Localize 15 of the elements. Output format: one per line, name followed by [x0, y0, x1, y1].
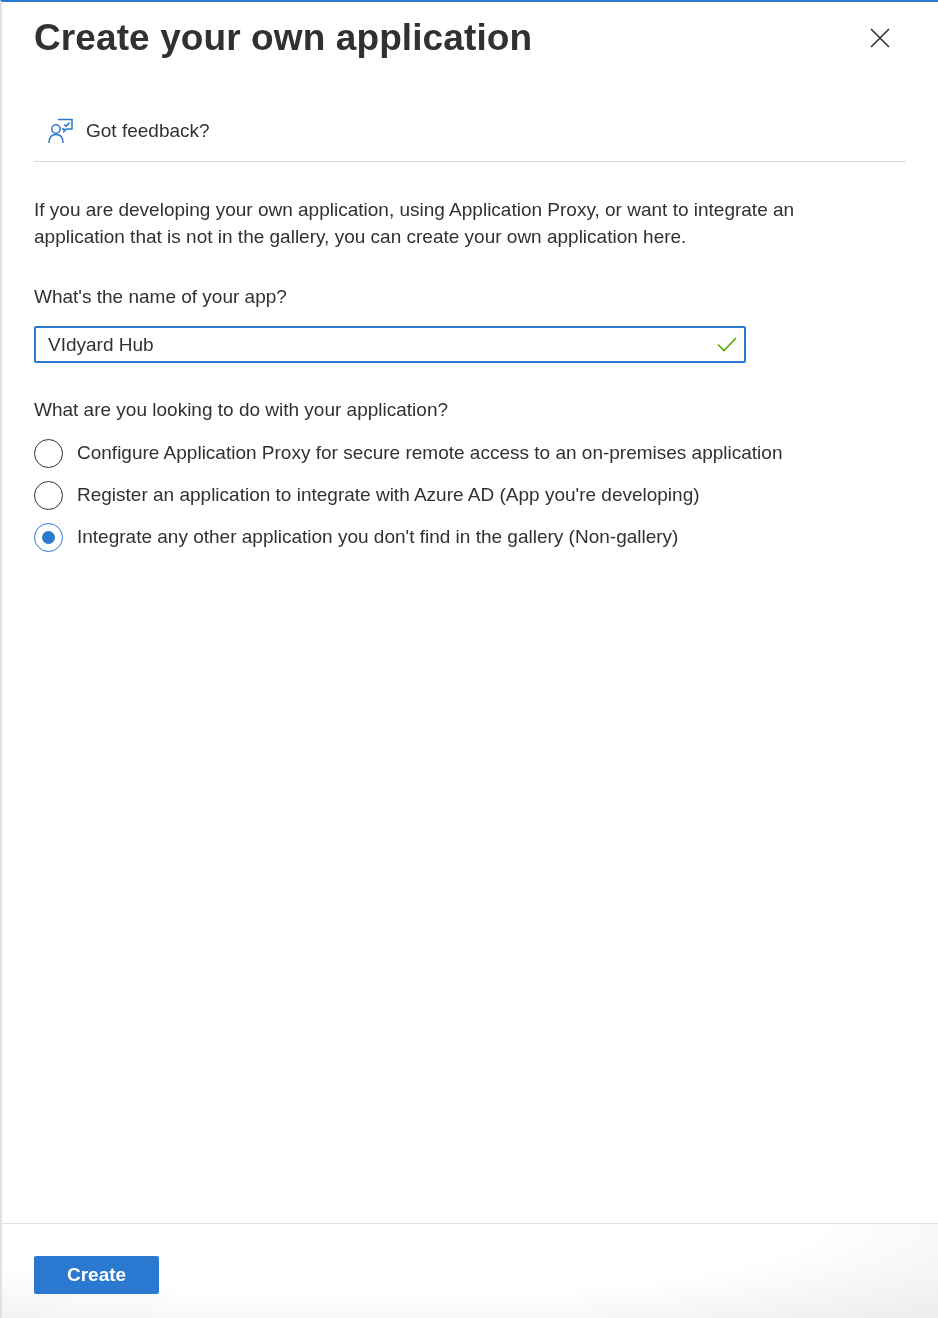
panel-title: Create your own application [34, 17, 533, 59]
field-label: What's the name of your app? [34, 285, 288, 309]
app-name-field[interactable]: VIdyard Hub [34, 326, 746, 363]
radio-option[interactable]: Configure Application Proxy for secure remote access to an on-premises application [34, 438, 906, 468]
radio-button[interactable] [34, 480, 63, 510]
radio-option[interactable]: Register an application to integrate with Azure AD (App you're developing) [34, 480, 906, 510]
feedback-link[interactable]: Got feedback? [47, 118, 210, 144]
close-icon[interactable] [870, 28, 890, 48]
radio-option[interactable]: Integrate any other application you don't find in the gallery (Non-gallery) [34, 522, 906, 552]
radio-button[interactable] [34, 522, 63, 552]
intro-text: If you are developing your own application, using Application Proxy, or want to integrate an application that is not in the gallery, you can create your own application here. [34, 198, 796, 249]
create-button[interactable]: Create [34, 1256, 160, 1294]
radio-button[interactable] [34, 438, 63, 468]
question-label: What are you looking to do with your application? [34, 398, 450, 422]
feedback-person-icon [47, 118, 73, 144]
